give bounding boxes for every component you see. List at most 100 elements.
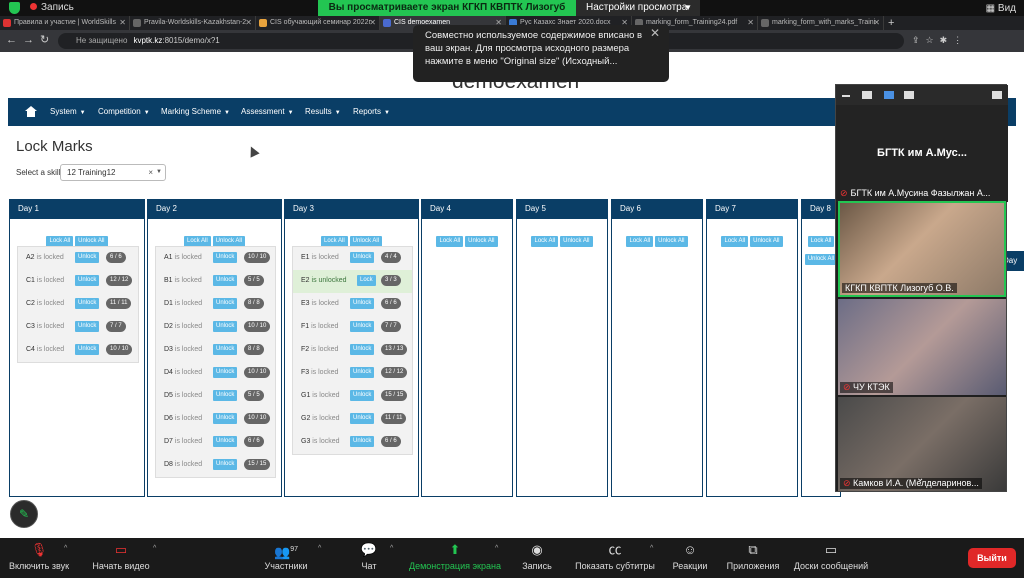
- popout-icon[interactable]: [992, 91, 1002, 99]
- gallery-icon[interactable]: [904, 91, 914, 99]
- speaker-view-icon[interactable]: [884, 91, 894, 99]
- view-options-button[interactable]: Настройки просмотра ▼: [576, 0, 700, 16]
- lock-row: C3 is locked Unlock 7 / 7: [18, 316, 138, 339]
- thumbnail-icon[interactable]: [862, 91, 872, 99]
- unlock-button[interactable]: Unlock: [213, 436, 238, 447]
- unlock-button[interactable]: Unlock: [213, 321, 238, 332]
- unlock-button[interactable]: Unlock: [350, 252, 375, 263]
- tab-label: Правила и участие | WorldSkills: [14, 19, 116, 26]
- participant-video[interactable]: ⊘ ЧУ КТЭК: [838, 299, 1006, 395]
- aspect-code: D1: [164, 300, 173, 307]
- chevron-up-icon[interactable]: ^: [650, 545, 653, 552]
- new-tab-icon[interactable]: +: [888, 16, 894, 30]
- nav-system[interactable]: System ▼: [50, 98, 86, 126]
- unlock-button[interactable]: Unlock: [350, 390, 375, 401]
- unlock-button[interactable]: Unlock: [350, 344, 375, 355]
- record-indicator[interactable]: Запись: [30, 2, 74, 13]
- record-button[interactable]: ◉ Запись: [516, 542, 558, 571]
- unlock-button[interactable]: Unlock: [350, 413, 375, 424]
- minimize-icon[interactable]: [842, 95, 850, 97]
- reload-icon[interactable]: ↻: [40, 34, 55, 46]
- nav-label: Assessment: [241, 107, 285, 116]
- lock-button[interactable]: Lock: [357, 275, 376, 286]
- chevron-up-icon[interactable]: ^: [390, 545, 393, 552]
- start-video-button[interactable]: ▭ Начать видео: [88, 542, 154, 571]
- nav-marking-scheme[interactable]: Marking Scheme ▼: [161, 98, 230, 126]
- chevron-down-icon[interactable]: ⌄: [916, 473, 924, 484]
- close-icon[interactable]: ✕: [369, 16, 376, 30]
- clear-icon[interactable]: ×: [148, 165, 153, 180]
- close-icon[interactable]: ✕: [873, 16, 880, 30]
- close-icon[interactable]: ✕: [119, 16, 126, 30]
- whiteboards-button[interactable]: ▭ Доски сообщений: [790, 542, 872, 571]
- lock-all-button[interactable]: Lock All: [626, 236, 654, 247]
- chevron-up-icon[interactable]: ^: [495, 545, 498, 552]
- captions-button[interactable]: ㏄ Показать субтитры: [570, 542, 660, 571]
- back-icon[interactable]: ←: [6, 34, 23, 46]
- view-button[interactable]: ▦ Вид: [986, 3, 1016, 14]
- aspect-lock-label: D4 is locked: [164, 369, 202, 376]
- browser-tab[interactable]: CIS обучающий семинар 2022г ✕: [256, 16, 380, 30]
- unlock-all-button[interactable]: Unlock All: [560, 236, 593, 247]
- close-icon[interactable]: ✕: [245, 16, 252, 30]
- lock-all-button[interactable]: Lock All: [807, 236, 835, 247]
- unlock-all-button[interactable]: Unlock All: [655, 236, 688, 247]
- reactions-button[interactable]: ☺ Реакции: [670, 542, 710, 571]
- participants-button[interactable]: 👥97 Участники: [258, 542, 314, 571]
- lock-status: is locked: [312, 415, 340, 422]
- nav-reports[interactable]: Reports ▼: [353, 98, 390, 126]
- lock-all-button[interactable]: Lock All: [436, 236, 464, 247]
- page-title: Lock Marks: [16, 138, 93, 155]
- forward-icon[interactable]: →: [23, 34, 40, 46]
- unlock-button[interactable]: Unlock: [75, 344, 100, 355]
- nav-results[interactable]: Results ▼: [305, 98, 341, 126]
- unlock-button[interactable]: Unlock: [350, 367, 375, 378]
- share-screen-button[interactable]: ⬆ Демонстрация экрана: [404, 542, 506, 571]
- star-icon[interactable]: ☆: [926, 35, 940, 45]
- unlock-button[interactable]: Unlock: [213, 252, 238, 263]
- unlock-button[interactable]: Unlock: [75, 298, 100, 309]
- unlock-button[interactable]: Unlock: [75, 252, 100, 263]
- home-icon[interactable]: [25, 106, 37, 117]
- unlock-button[interactable]: Unlock: [213, 390, 238, 401]
- unlock-button[interactable]: Unlock: [350, 321, 375, 332]
- mark-count-badge: 6 / 6: [381, 298, 401, 309]
- unlock-all-button[interactable]: Unlock All: [750, 236, 783, 247]
- nav-competition[interactable]: Competition ▼: [98, 98, 150, 126]
- apps-button[interactable]: ⧉ Приложения: [722, 542, 784, 571]
- record-icon: ◉: [531, 542, 543, 557]
- chat-button[interactable]: 💬 Чат: [350, 542, 388, 571]
- unlock-button[interactable]: Unlock: [350, 436, 375, 447]
- unlock-button[interactable]: Unlock: [213, 344, 238, 355]
- unlock-button[interactable]: Unlock: [213, 298, 238, 309]
- leave-button[interactable]: Выйти: [968, 548, 1016, 568]
- unlock-button[interactable]: Unlock: [350, 298, 375, 309]
- chevron-up-icon[interactable]: ^: [64, 545, 67, 552]
- unlock-all-button[interactable]: Unlock All: [804, 254, 838, 265]
- unlock-all-button[interactable]: Unlock All: [465, 236, 498, 247]
- unlock-button[interactable]: Unlock: [75, 321, 100, 332]
- lock-buttons-row: Lock AllUnlock All: [422, 229, 512, 247]
- close-icon[interactable]: ✕: [650, 27, 660, 40]
- participant-video[interactable]: КГКП КВПТК Лизогуб О.В.: [838, 201, 1006, 297]
- unlock-button[interactable]: Unlock: [213, 275, 238, 286]
- chevron-up-icon[interactable]: ^: [318, 545, 321, 552]
- annotate-pencil-icon[interactable]: ✎: [10, 500, 38, 528]
- menu-icon[interactable]: ⋮: [953, 35, 968, 45]
- browser-tab[interactable]: Pravila-Worldskills-Kazakhstan-2 ✕: [130, 16, 256, 30]
- unlock-button[interactable]: Unlock: [213, 459, 238, 470]
- unlock-button[interactable]: Unlock: [75, 275, 100, 286]
- browser-tab[interactable]: Правила и участие | WorldSkills ✕: [0, 16, 130, 30]
- unlock-button[interactable]: Unlock: [213, 367, 238, 378]
- unlock-button[interactable]: Unlock: [213, 413, 238, 424]
- extensions-icon[interactable]: ✱: [940, 35, 954, 45]
- unmute-button[interactable]: 🎙 Включить звук: [6, 542, 72, 571]
- lock-all-button[interactable]: Lock All: [721, 236, 749, 247]
- share-icon[interactable]: ⇪: [912, 35, 926, 45]
- browser-tab[interactable]: marking_form_with_marks_Traini ✕: [758, 16, 884, 30]
- close-icon[interactable]: ✕: [747, 16, 754, 30]
- nav-assessment[interactable]: Assessment ▼: [241, 98, 294, 126]
- skill-select[interactable]: 12 Training12 × ▼: [60, 164, 166, 181]
- lock-all-button[interactable]: Lock All: [531, 236, 559, 247]
- chevron-up-icon[interactable]: ^: [153, 545, 156, 552]
